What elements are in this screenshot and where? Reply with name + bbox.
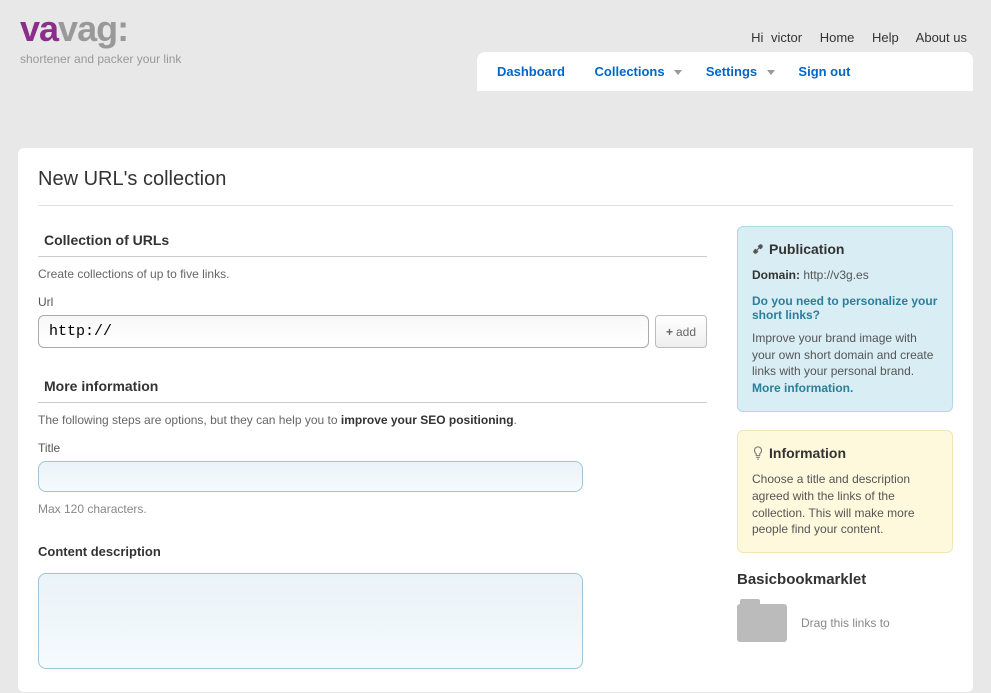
nav-collections[interactable]: Collections — [595, 64, 665, 79]
information-title: Information — [752, 445, 938, 461]
desc-textarea[interactable] — [38, 573, 583, 669]
moreinfo-hint: The following steps are options, but the… — [38, 413, 707, 427]
bookmarklet-title: Basicbookmarklet — [737, 571, 953, 588]
nav-settings[interactable]: Settings — [706, 64, 757, 79]
publication-question-link[interactable]: Do you need to personalize your short li… — [752, 294, 938, 322]
nav-dashboard[interactable]: Dashboard — [497, 64, 565, 79]
moreinfo-heading: More information — [38, 372, 707, 403]
information-box: Information Choose a title and descripti… — [737, 430, 953, 553]
main-nav: Dashboard Collections Settings Sign out — [477, 52, 973, 91]
desc-label: Content description — [38, 544, 707, 559]
logo-part1: va — [20, 8, 58, 49]
bookmarklet-text: Drag this links to — [801, 616, 890, 630]
home-link[interactable]: Home — [820, 30, 855, 45]
title-help: Max 120 characters. — [38, 502, 707, 516]
logo-part2: vag: — [58, 8, 128, 49]
page-title: New URL's collection — [38, 168, 953, 206]
link-icon — [752, 243, 764, 255]
publication-box: Publication Domain: http://v3g.es Do you… — [737, 226, 953, 412]
username-link[interactable]: victor — [771, 30, 802, 45]
about-link[interactable]: About us — [916, 30, 967, 45]
greeting: Hi — [751, 30, 763, 45]
publication-title: Publication — [752, 241, 938, 257]
bulb-icon — [752, 446, 764, 460]
chevron-down-icon[interactable] — [767, 70, 775, 75]
url-input[interactable] — [38, 315, 649, 348]
collection-hint: Create collections of up to five links. — [38, 267, 707, 281]
add-button[interactable]: + add — [655, 315, 707, 348]
nav-signout[interactable]: Sign out — [798, 64, 850, 79]
title-input[interactable] — [38, 461, 583, 492]
folder-icon — [737, 604, 787, 642]
url-label: Url — [38, 295, 707, 309]
title-label: Title — [38, 441, 707, 455]
more-info-link[interactable]: More information. — [752, 381, 853, 395]
information-body: Choose a title and description agreed wi… — [752, 471, 938, 538]
top-right-nav: Hi victor Home Help About us — [751, 30, 967, 45]
plus-icon: + — [666, 325, 673, 339]
publication-domain: Domain: http://v3g.es — [752, 267, 938, 284]
help-link[interactable]: Help — [872, 30, 899, 45]
collection-heading: Collection of URLs — [38, 226, 707, 257]
publication-body: Improve your brand image with your own s… — [752, 330, 938, 397]
chevron-down-icon[interactable] — [674, 70, 682, 75]
add-button-label: add — [676, 325, 696, 339]
